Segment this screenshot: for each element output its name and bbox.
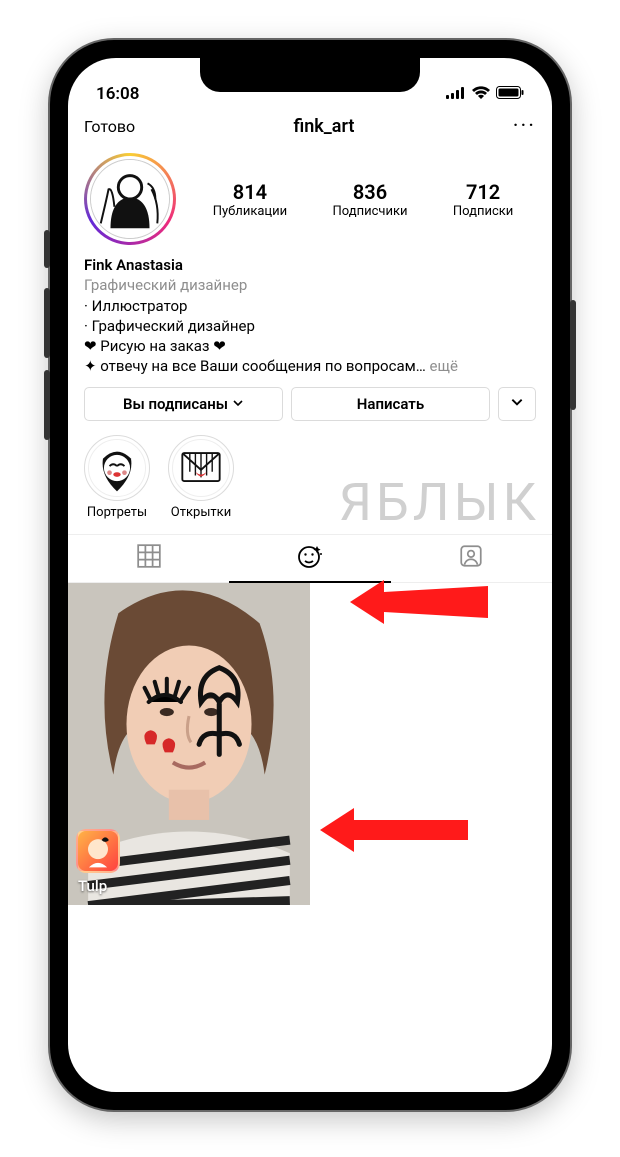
stat-followers-value: 836 [333,180,408,204]
tab-effects[interactable] [229,535,390,583]
battery-icon [496,84,524,104]
stat-following[interactable]: 712 Подписки [453,180,513,219]
highlight-item[interactable]: Портреты [84,435,150,520]
page-title: fink_art [293,116,354,137]
avatar [90,159,170,239]
profile-actions: Вы подписаны Написать [68,387,552,435]
following-label: Вы подписаны [123,395,228,413]
highlight-item[interactable]: Открытки [168,435,234,520]
highlight-label: Портреты [84,505,150,520]
phone-side-button [44,230,50,268]
stat-following-label: Подписки [453,204,513,219]
bio-line: · Графический дизайнер [84,316,536,336]
grid-icon [136,543,162,573]
stat-posts[interactable]: 814 Публикации [213,180,287,219]
story-highlights: Портреты Открытки [68,435,552,534]
stat-posts-label: Публикации [213,204,287,219]
stat-posts-value: 814 [213,180,287,204]
chevron-down-icon [510,395,524,413]
highlight-label: Открытки [168,505,234,520]
status-time: 16:08 [96,84,139,104]
tab-grid[interactable] [68,535,229,583]
done-button[interactable]: Готово [84,117,135,136]
message-button[interactable]: Написать [291,387,490,421]
effect-label: Tulp [78,877,107,895]
status-icons [446,84,524,104]
profile-stats: 814 Публикации 836 Подписчики 712 Подпис… [186,180,536,219]
phone-screen: 16:08 Готово fink_art ··· [68,58,552,1092]
bio-category: Графический дизайнер [84,275,536,295]
effects-icon [296,542,324,574]
profile-header: 814 Публикации 836 Подписчики 712 Подпис… [68,147,552,249]
effect-thumbnail [76,829,120,873]
stat-followers[interactable]: 836 Подписчики [333,180,408,219]
profile-bio: Fink Anastasia Графический дизайнер · Ил… [68,249,552,387]
phone-notch [200,58,420,92]
phone-side-button [570,300,576,410]
effect-item[interactable]: Tulp [68,583,310,906]
bio-line: ✦ отвечу на все Ваши сообщения по вопрос… [84,356,536,376]
tab-tagged[interactable] [391,535,552,583]
bio-line: ❤ Рисую на заказ ❤ [84,336,536,356]
message-label: Написать [357,395,424,413]
profile-tabs [68,534,552,583]
phone-side-button [44,288,50,358]
bio-line: · Иллюстратор [84,296,536,316]
phone-frame: 16:08 Готово fink_art ··· [50,40,570,1110]
avatar-story-ring[interactable] [84,153,176,245]
effects-grid: Tulp [68,583,552,906]
bio-more-link[interactable]: ещё [430,357,458,375]
stat-followers-label: Подписчики [333,204,408,219]
bio-name: Fink Anastasia [84,255,536,275]
tagged-icon [458,543,484,573]
stat-following-value: 712 [453,180,513,204]
chevron-down-icon [232,395,244,413]
following-button[interactable]: Вы подписаны [84,387,283,421]
wifi-icon [472,84,490,104]
phone-side-button [44,370,50,440]
suggest-button[interactable] [498,387,536,421]
navbar: Готово fink_art ··· [68,106,552,147]
cellular-icon [446,84,466,104]
